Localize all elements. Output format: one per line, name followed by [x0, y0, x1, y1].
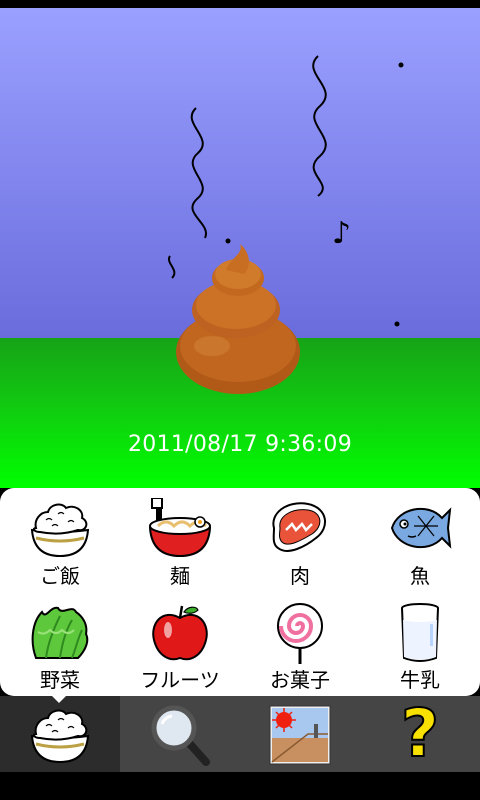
- fly-dot: [394, 321, 400, 327]
- fly-dot: [398, 62, 404, 68]
- food-item-vegetables[interactable]: 野菜: [0, 592, 120, 696]
- food-item-fish[interactable]: 魚: [360, 488, 480, 592]
- food-item-milk[interactable]: 牛乳: [360, 592, 480, 696]
- question-mark-icon: ?: [400, 695, 440, 773]
- meat-icon: [272, 502, 326, 552]
- rice-bowl-icon: [30, 709, 90, 764]
- food-item-sweets[interactable]: お菓子: [240, 592, 360, 696]
- magnifier-icon: [151, 705, 210, 766]
- stink-line-small: [167, 255, 176, 279]
- food-item-label: 野菜: [40, 668, 80, 692]
- food-item-fruits[interactable]: フルーツ: [120, 592, 240, 696]
- milk-glass-icon: [401, 603, 439, 662]
- food-item-label: お菓子: [270, 668, 330, 692]
- selected-tab-pointer: [52, 696, 66, 703]
- pet-scene[interactable]: ♪ 2011/08/17 9:36:09: [0, 8, 480, 488]
- tab-picture[interactable]: [240, 696, 360, 772]
- food-item-noodles[interactable]: 麺: [120, 488, 240, 592]
- fly-dot: [225, 238, 231, 244]
- picture-icon: [269, 705, 331, 765]
- music-note: ♪: [332, 216, 352, 251]
- scene-drawing: [167, 55, 404, 394]
- tab-help[interactable]: ?: [360, 695, 480, 773]
- fish-icon: [390, 507, 452, 549]
- bottom-tab-bar: ?: [0, 695, 480, 773]
- food-item-label: 麺: [170, 564, 190, 588]
- food-item-meat[interactable]: 肉: [240, 488, 360, 592]
- lollipop-icon: [277, 603, 323, 664]
- ramen-icon: [148, 498, 212, 558]
- food-menu-panel: ご飯 麺 肉 魚 野菜 フルーツ お菓子 牛乳: [0, 488, 480, 696]
- food-item-label: ご飯: [40, 564, 80, 588]
- lettuce-icon: [31, 606, 89, 659]
- stink-line-left: [190, 107, 207, 239]
- stink-line-right: [312, 55, 327, 197]
- food-item-rice[interactable]: ご飯: [0, 488, 120, 592]
- food-item-label: 肉: [290, 564, 310, 588]
- apple-icon: [152, 605, 208, 661]
- food-item-label: フルーツ: [140, 668, 220, 692]
- food-item-label: 魚: [410, 564, 430, 588]
- food-item-label: 牛乳: [400, 668, 440, 692]
- status-bar: [0, 0, 480, 8]
- tab-search[interactable]: [120, 696, 240, 772]
- timestamp: 2011/08/17 9:36:09: [127, 432, 352, 457]
- tab-food[interactable]: [0, 696, 120, 772]
- bottom-black-bar: [0, 772, 480, 800]
- poop-pile: [176, 244, 300, 394]
- rice-bowl-icon: [30, 503, 90, 558]
